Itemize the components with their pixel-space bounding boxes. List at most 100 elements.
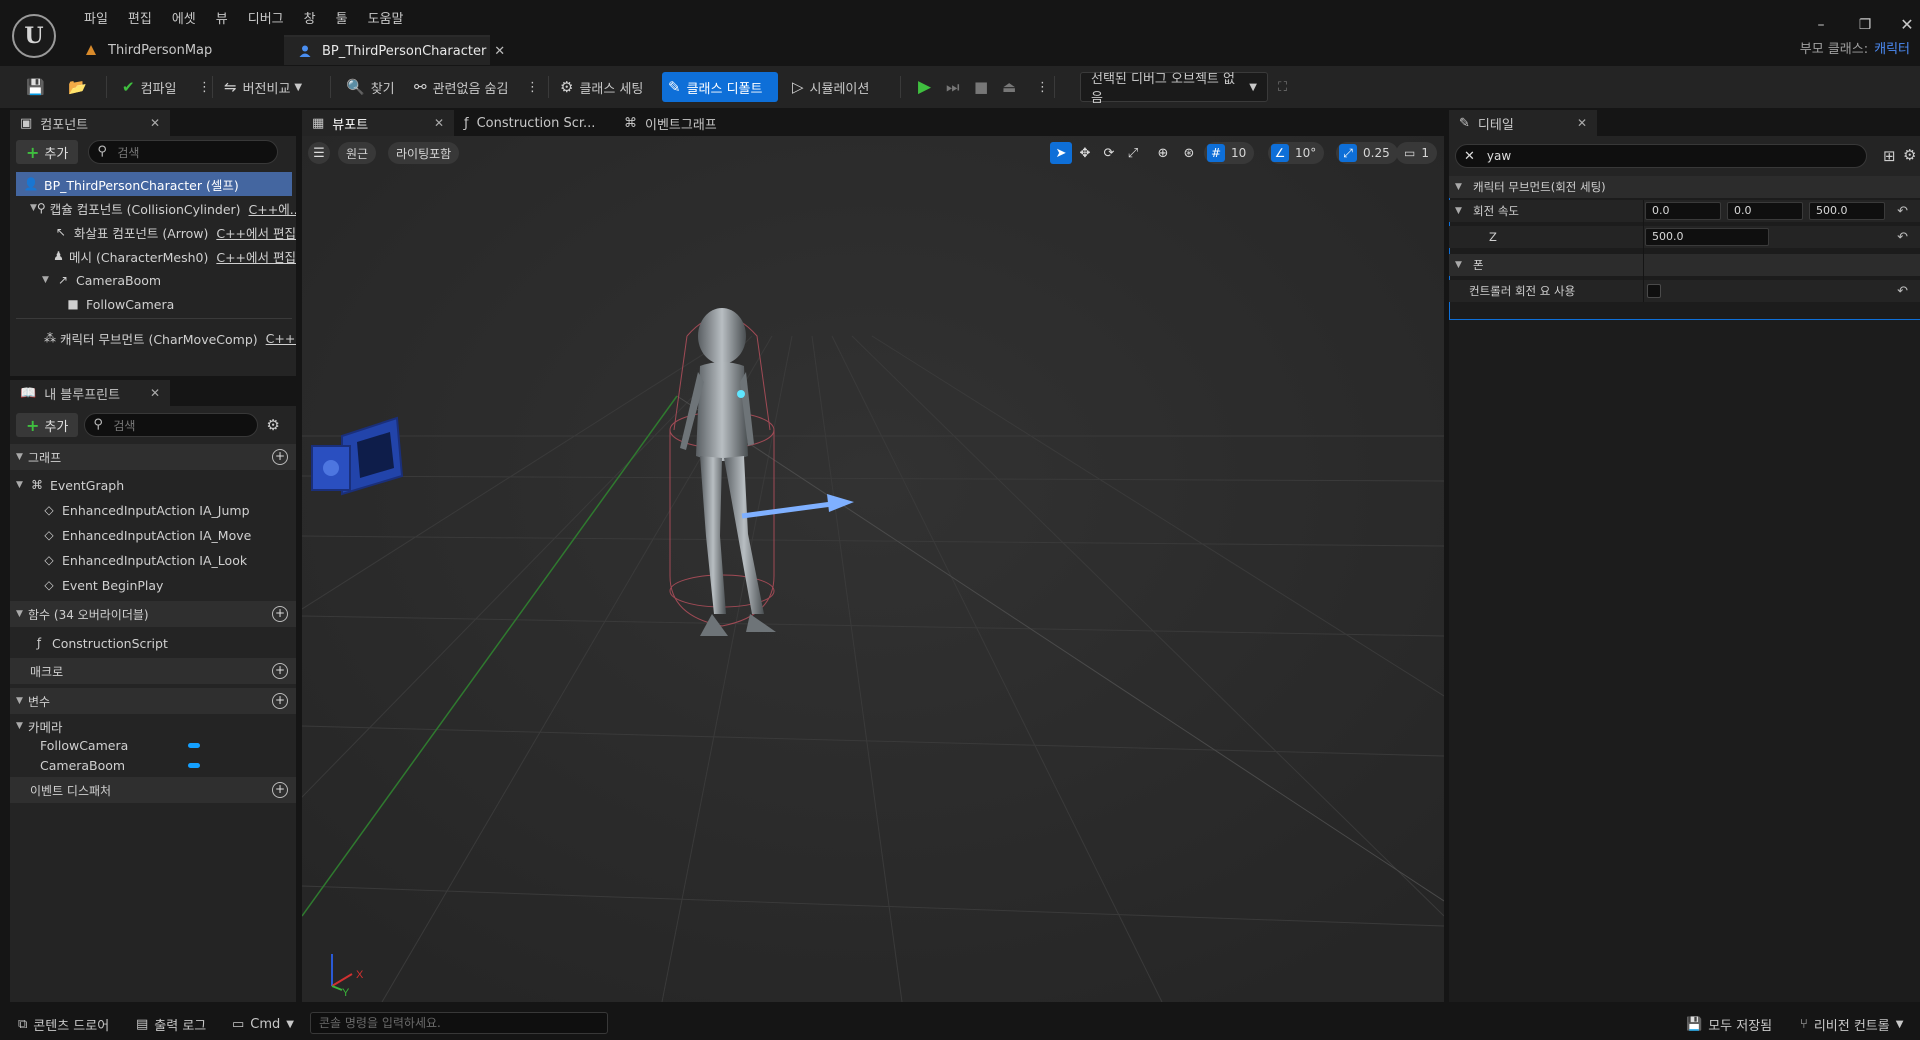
camera-speed-button[interactable]: ▭ 1: [1396, 142, 1437, 164]
tab-construction-script[interactable]: ƒ Construction Scr...: [454, 110, 614, 136]
close-icon[interactable]: ✕: [150, 116, 160, 130]
variables-section-header[interactable]: ▼ 변수 +: [10, 688, 296, 714]
edit-in-cpp-link[interactable]: C++에서 편집: [216, 223, 296, 242]
rotate-icon[interactable]: ⟳: [1098, 142, 1120, 164]
reset-to-default-icon[interactable]: ↶: [1897, 204, 1908, 219]
add-component-button[interactable]: + 추가: [16, 140, 79, 164]
category-pawn-header[interactable]: ▼ 폰: [1449, 254, 1920, 276]
tree-row-self[interactable]: 👤 BP_ThirdPersonCharacter (셀프): [16, 172, 292, 196]
tree-row-capsule[interactable]: ▼ ⚲ 캡슐 컴포넌트 (CollisionCylinder) C++에...: [30, 196, 296, 220]
debug-object-select[interactable]: 선택된 디버그 오브젝트 없음 ▼: [1080, 72, 1268, 106]
reset-to-default-icon[interactable]: ↶: [1897, 230, 1908, 245]
expand-arrow-icon[interactable]: ▼: [42, 275, 54, 285]
tab-event-graph[interactable]: ⌘ 이벤트그래프: [614, 110, 764, 136]
clear-search-icon[interactable]: ✕: [1464, 149, 1475, 164]
close-icon[interactable]: ✕: [434, 116, 444, 130]
console-command-input[interactable]: 콘솔 명령을 입력하세요.: [310, 1012, 608, 1034]
class-defaults-button[interactable]: ✎ 클래스 디폴트: [662, 72, 778, 102]
save-icon[interactable]: 💾: [20, 72, 57, 102]
tab-my-blueprint[interactable]: 📖 내 블루프린트 ✕: [10, 380, 170, 406]
content-drawer-button[interactable]: ⧉ 콘텐츠 드로어: [18, 1013, 109, 1035]
details-search-input[interactable]: ✕ yaw: [1455, 144, 1867, 168]
translate-icon[interactable]: ✥: [1074, 142, 1096, 164]
edit-in-cpp-link[interactable]: C++에...: [249, 199, 296, 218]
expand-arrow-icon[interactable]: ▼: [1455, 206, 1467, 216]
doc-tab-blueprint[interactable]: BP_ThirdPersonCharacter ✕: [284, 35, 505, 65]
rotation-snap-toggle[interactable]: ∠ 10°: [1268, 142, 1325, 164]
output-log-button[interactable]: ▤ 출력 로그: [136, 1013, 206, 1035]
my-blueprint-search-input[interactable]: ⚲ 검색: [84, 413, 259, 437]
compile-button[interactable]: ✔ 컴파일: [116, 72, 182, 102]
edit-in-cpp-link[interactable]: C++C: [266, 331, 296, 346]
functions-section-header[interactable]: ▼ 함수 (34 오버라이더블) +: [10, 601, 296, 627]
menu-edit[interactable]: 편집: [118, 9, 162, 31]
z-value-field[interactable]: 500.0: [1645, 228, 1769, 246]
restore-icon[interactable]: ❐: [1850, 14, 1880, 36]
scale-icon[interactable]: ⤢: [1122, 142, 1144, 164]
scale-snap-toggle[interactable]: ⤢ 0.25: [1336, 142, 1398, 164]
components-search-input[interactable]: ⚲ 검색: [88, 140, 279, 164]
graphs-section-header[interactable]: ▼ 그래프 +: [10, 444, 296, 470]
menu-help[interactable]: 도움말: [358, 9, 414, 31]
parent-class-link[interactable]: 캐릭터: [1874, 38, 1910, 57]
variable-row-cameraboom[interactable]: CameraBoom: [40, 753, 296, 777]
close-icon[interactable]: ✕: [1577, 116, 1587, 130]
play-options-icon[interactable]: ⋮: [1030, 72, 1055, 102]
surface-snap-icon[interactable]: ⊛: [1178, 142, 1200, 164]
add-macro-icon[interactable]: +: [272, 663, 288, 679]
eject-icon[interactable]: ⏏: [996, 72, 1022, 102]
menu-view[interactable]: 뷰: [206, 9, 238, 31]
expand-arrow-icon[interactable]: ▼: [30, 203, 37, 213]
diff-button[interactable]: ⇋ 버전비교 ▼: [218, 72, 308, 102]
add-member-button[interactable]: + 추가: [16, 413, 79, 437]
tab-components[interactable]: ▣ 컴포넌트 ✕: [10, 110, 170, 136]
viewport-menu-icon[interactable]: ☰: [308, 142, 330, 164]
add-variable-icon[interactable]: +: [272, 693, 288, 709]
world-local-icon[interactable]: ⊕: [1152, 142, 1174, 164]
add-graph-icon[interactable]: +: [272, 449, 288, 465]
close-window-icon[interactable]: ✕: [1892, 14, 1920, 36]
close-icon[interactable]: ✕: [494, 44, 505, 59]
select-mode-icon[interactable]: ➤: [1050, 142, 1072, 164]
gear-icon[interactable]: ⚙: [1903, 146, 1916, 164]
menu-debug[interactable]: 디버그: [238, 9, 294, 31]
tree-row-charmove[interactable]: ⁂ 캐릭터 무브먼트 (CharMoveComp) C++C: [44, 326, 296, 350]
menu-tools[interactable]: 툴: [326, 9, 358, 31]
minimize-icon[interactable]: –: [1806, 14, 1836, 36]
class-settings-button[interactable]: ⚙ 클래스 세팅: [554, 72, 649, 102]
tab-viewport[interactable]: ▦ 뷰포트 ✕: [302, 110, 454, 136]
table-view-icon[interactable]: ⊞: [1883, 147, 1896, 165]
close-icon[interactable]: ✕: [150, 386, 160, 400]
add-function-icon[interactable]: +: [272, 606, 288, 622]
rotation-y-field[interactable]: 0.0: [1727, 202, 1803, 220]
unreal-logo-icon[interactable]: U: [12, 14, 56, 58]
grid-snap-toggle[interactable]: # 10: [1204, 142, 1255, 164]
event-row-look[interactable]: ◇ EnhancedInputAction IA_Look: [40, 548, 296, 572]
simulation-button[interactable]: ▷ 시뮬레이션: [786, 72, 875, 102]
reset-to-default-icon[interactable]: ↶: [1897, 284, 1908, 299]
revision-control-button[interactable]: ⑂ 리비전 컨트롤 ▼: [1800, 1013, 1903, 1035]
view-mode-button[interactable]: 라이팅포함: [388, 142, 460, 164]
browse-icon[interactable]: 📂: [62, 72, 99, 102]
cmd-dropdown[interactable]: ▭ Cmd ▼: [232, 1013, 294, 1035]
macros-section-header[interactable]: 매크로 +: [10, 658, 296, 684]
menu-asset[interactable]: 에셋: [162, 9, 206, 31]
hide-unrelated-button[interactable]: ⚯ 관련없음 숨김: [408, 72, 514, 102]
tree-row-arrow[interactable]: ↖ 화살표 컴포넌트 (Arrow) C++에서 편집: [52, 220, 296, 244]
tree-row-cameraboom[interactable]: ▼ ↗ CameraBoom: [42, 268, 296, 292]
construction-script-row[interactable]: ƒ ConstructionScript: [30, 631, 296, 655]
event-row-jump[interactable]: ◇ EnhancedInputAction IA_Jump: [40, 498, 296, 522]
expand-arrow-icon[interactable]: ▼: [16, 721, 28, 731]
dispatchers-section-header[interactable]: 이벤트 디스패처 +: [10, 777, 296, 803]
viewport[interactable]: X Y ☰ 원근 라이팅포함 ➤ ✥ ⟳ ⤢ ⊕ ⊛ # 10 ∠ 10° ⤢ …: [302, 136, 1444, 1002]
tree-row-mesh[interactable]: ♟ 메시 (CharacterMesh0) C++에서 편집: [52, 244, 296, 268]
find-options-icon[interactable]: ⋮: [520, 72, 545, 102]
add-dispatcher-icon[interactable]: +: [272, 782, 288, 798]
gear-icon[interactable]: ⚙: [266, 416, 279, 434]
play-icon[interactable]: ▶: [912, 72, 937, 102]
menu-file[interactable]: 파일: [74, 9, 118, 31]
tab-details[interactable]: ✎ 디테일 ✕: [1449, 110, 1597, 136]
frame-skip-icon[interactable]: ⏭: [940, 72, 966, 102]
rotation-z-field[interactable]: 500.0: [1809, 202, 1885, 220]
save-all-status[interactable]: 💾 모두 저장됨: [1686, 1013, 1772, 1035]
